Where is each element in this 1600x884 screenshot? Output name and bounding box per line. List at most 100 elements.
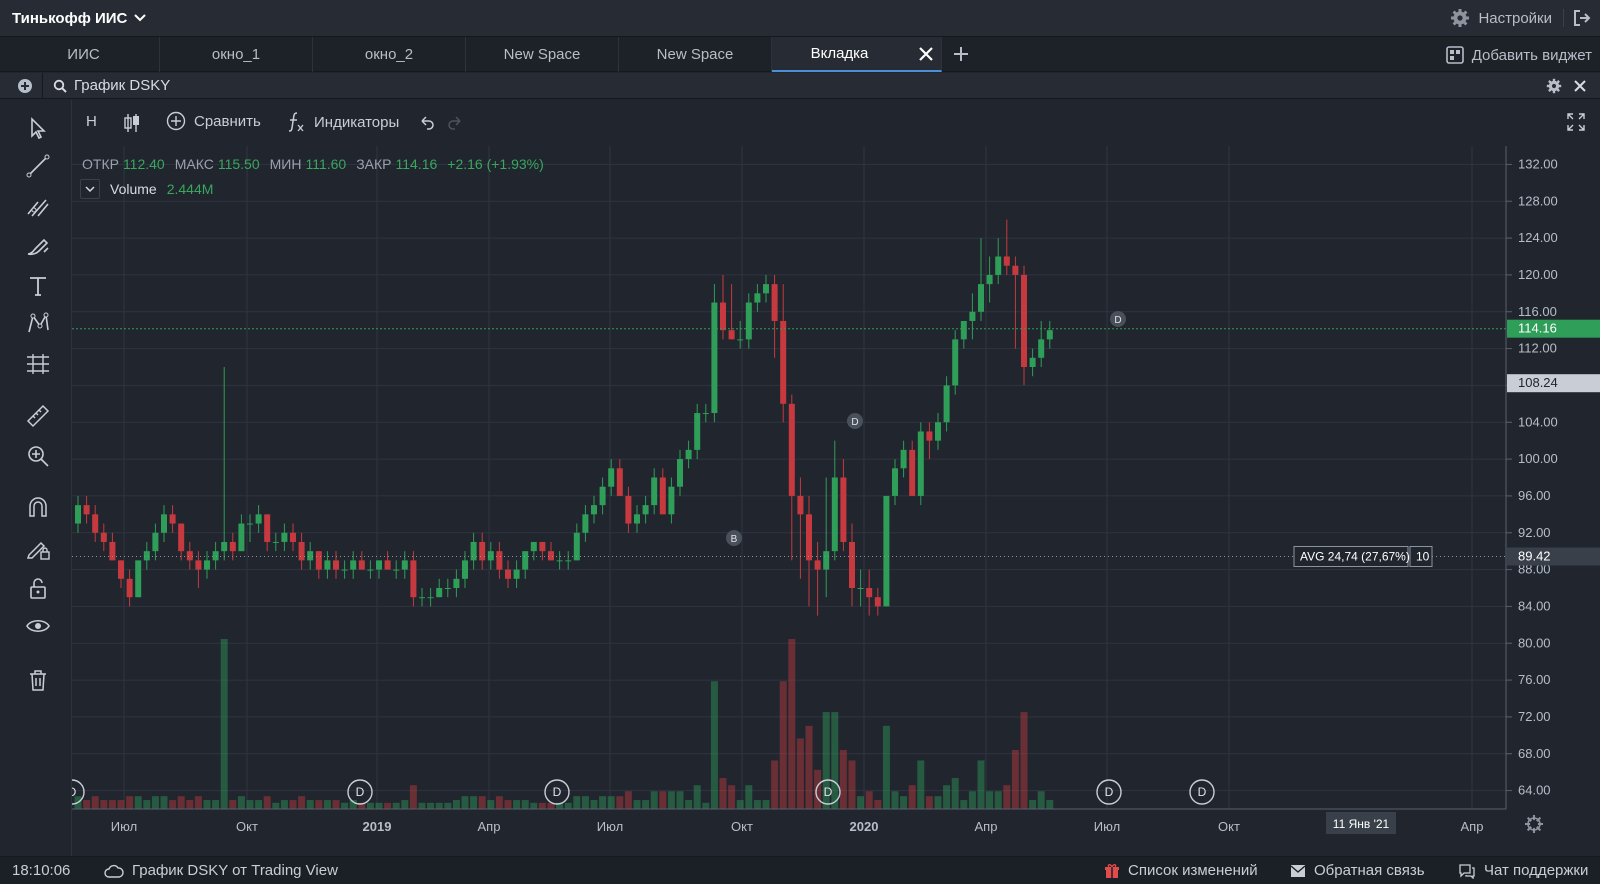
search-icon[interactable]: [53, 79, 67, 93]
volume-toggle[interactable]: [80, 179, 100, 199]
tab-new-space-1[interactable]: New Space: [466, 37, 619, 72]
interval-selector[interactable]: Н: [86, 113, 97, 130]
tab-iis[interactable]: ИИС: [8, 37, 160, 72]
text-icon[interactable]: [24, 272, 52, 300]
candle-body: [264, 514, 271, 542]
magnet-icon[interactable]: [24, 494, 52, 522]
feedback-link[interactable]: Обратная связь: [1290, 862, 1425, 879]
trash-icon[interactable]: [24, 666, 52, 694]
volume-bar: [753, 800, 761, 809]
volume-bar: [900, 796, 908, 809]
logout-icon[interactable]: [1572, 8, 1592, 28]
fullscreen-icon[interactable]: [1566, 112, 1586, 132]
volume-bar: [719, 778, 727, 809]
candle-body: [204, 560, 210, 570]
crosshair-time-label: 11 Янв '21: [1333, 817, 1390, 831]
avg-annotation-label: AVG 24,74 (27,67%): [1300, 550, 1410, 564]
candle-body: [720, 302, 726, 331]
tab-okno-1[interactable]: окно_1: [160, 37, 313, 72]
candle-body: [874, 597, 881, 607]
compare-button[interactable]: Сравнить: [166, 111, 261, 131]
status-bar: 18:10:06 График DSKY от Trading View Спи…: [0, 856, 1600, 884]
volume-bar: [134, 796, 142, 809]
ruler-icon[interactable]: [24, 402, 52, 430]
add-circle-icon[interactable]: [17, 78, 33, 94]
candle-body: [1046, 330, 1053, 340]
indicators-button[interactable]: Индикаторы: [286, 111, 399, 133]
volume-bar: [616, 796, 624, 809]
undo-icon[interactable]: [418, 113, 436, 131]
candle-body: [367, 569, 374, 571]
candle-body: [505, 569, 511, 579]
close-icon[interactable]: [1572, 78, 1588, 94]
candle-body: [840, 477, 847, 542]
volume-bar: [470, 796, 478, 809]
candle-body: [118, 560, 124, 579]
zoom-in-icon[interactable]: [24, 442, 52, 470]
trend-line-icon[interactable]: [24, 152, 52, 180]
volume-bar: [805, 725, 813, 809]
candle-body: [943, 385, 950, 423]
volume-bar: [194, 796, 202, 809]
candle-body: [307, 551, 314, 561]
gear-icon[interactable]: [1546, 78, 1562, 94]
cursor-arrow-icon[interactable]: [24, 114, 52, 142]
volume-bar: [220, 639, 228, 809]
candle-body: [255, 514, 262, 524]
time-axis[interactable]: Июл Окт 2019 Апр Июл Окт 2020 Апр Июл Окт Апр 11 Ян…: [72, 808, 1543, 834]
tab-new-space-2[interactable]: New Space: [619, 37, 772, 72]
axis-settings-icon[interactable]: [1525, 815, 1543, 833]
price-tick-label: 96.00: [1518, 488, 1551, 503]
candle-body: [599, 486, 606, 506]
volume-bar: [676, 791, 684, 809]
close-icon[interactable]: [917, 45, 935, 63]
candle-body: [1029, 357, 1036, 367]
candle-body: [333, 560, 339, 570]
support-chat-link[interactable]: Чат поддержки: [1458, 862, 1588, 879]
price-tick-label: 84.00: [1518, 598, 1551, 613]
tab-okno-2[interactable]: окно_2: [313, 37, 466, 72]
eye-icon[interactable]: [24, 612, 52, 640]
tab-label: окно_2: [364, 46, 414, 63]
candle-body: [849, 541, 855, 588]
price-tick-label: 100.00: [1518, 451, 1558, 466]
widget-title[interactable]: График DSKY: [74, 77, 170, 94]
volume-bar: [650, 791, 658, 809]
candle-body: [702, 413, 709, 415]
chat-icon: [1459, 863, 1475, 879]
time-tick-label: 2019: [363, 819, 392, 834]
volume-bar: [513, 800, 521, 809]
lock-drawing-icon[interactable]: [24, 534, 52, 562]
candle-body: [806, 514, 812, 561]
volume-bar: [298, 796, 306, 809]
price-chart[interactable]: AVG 24,74 (27,67%) 10 D D D B D D D D D 132.00 128.…: [72, 146, 1600, 856]
candle-body: [651, 477, 658, 506]
unlock-icon[interactable]: [24, 574, 52, 602]
volume-bar: [108, 800, 116, 809]
mail-icon: [1290, 864, 1306, 877]
brush-icon[interactable]: [24, 232, 52, 260]
candlestick-icon[interactable]: [122, 112, 142, 134]
account-selector[interactable]: Тинькофф ИИС: [12, 0, 147, 36]
settings-button[interactable]: Настройки: [1450, 0, 1552, 36]
tab-label: ИИС: [67, 46, 100, 63]
volume-bar: [341, 802, 349, 809]
volume-value: 2.444M: [166, 181, 214, 197]
candle-body: [685, 449, 692, 460]
volume-bar: [177, 796, 185, 809]
redo-icon[interactable]: [446, 113, 464, 131]
volume-bar: [573, 796, 581, 809]
plus-icon[interactable]: [951, 44, 971, 64]
candle-body: [634, 514, 640, 524]
volume-bar: [392, 802, 400, 809]
add-widget-button[interactable]: Добавить виджет: [1445, 37, 1592, 73]
pattern-icon[interactable]: [24, 310, 52, 338]
changelog-link[interactable]: Список изменений: [1104, 862, 1258, 879]
volume-bar: [814, 769, 822, 809]
pitchfork-icon[interactable]: [24, 192, 52, 220]
last-price-label: 114.16: [1518, 321, 1557, 336]
volume-bar: [693, 785, 701, 809]
price-axis[interactable]: 132.00 128.00 124.00 120.00 116.00 112.00 108.…: [1505, 146, 1600, 856]
forecast-icon[interactable]: [24, 350, 52, 378]
volume-bar: [538, 802, 546, 809]
